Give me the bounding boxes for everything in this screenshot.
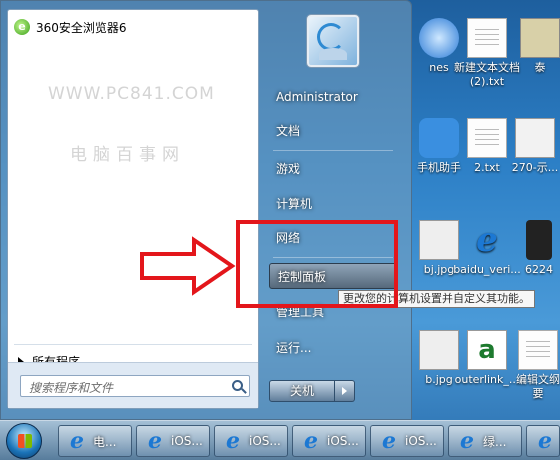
ie-icon: e bbox=[304, 428, 318, 454]
text-file-icon bbox=[467, 18, 507, 58]
shutdown-button[interactable]: 关机 bbox=[269, 380, 335, 402]
phone-icon bbox=[526, 220, 552, 260]
taskbar-button-label: iOS... bbox=[171, 434, 203, 448]
menu-item-documents[interactable]: 文档 bbox=[268, 118, 396, 144]
desktop-icon-label: 新建文本文档 (2).txt bbox=[454, 61, 520, 88]
pinned-app-label: 360安全浏览器6 bbox=[36, 20, 127, 35]
user-avatar[interactable] bbox=[307, 15, 359, 67]
watermark-site-name: 电脑百事网 bbox=[70, 145, 185, 165]
taskbar-button[interactable]: e 绿... bbox=[448, 425, 522, 457]
taskbar-button[interactable]: e iOS... bbox=[214, 425, 288, 457]
search-placeholder: 搜索程序和文件 bbox=[29, 381, 114, 395]
taskbar-button-partial[interactable]: e bbox=[526, 425, 560, 457]
text-file-icon bbox=[467, 118, 507, 158]
desktop-icon-label: 编辑文纲要 bbox=[516, 373, 560, 400]
menu-item-administrator[interactable]: Administrator bbox=[268, 84, 396, 110]
taskbar: e 电... e iOS... e iOS... e iOS... e iOS.… bbox=[0, 420, 560, 460]
search-input[interactable]: 搜索程序和文件 bbox=[20, 375, 250, 397]
360-browser-icon: e bbox=[14, 19, 30, 35]
start-menu-places-pane: Administrator 文档 游戏 计算机 网络 控制面板 管理工具 运行.… bbox=[263, 1, 411, 421]
highlight-box-annotation bbox=[236, 220, 398, 308]
search-icon[interactable] bbox=[232, 380, 243, 391]
watermark-url: WWW.PC841.COM bbox=[48, 84, 215, 104]
desktop-icon-baidu-verify[interactable]: e baidu_veri... bbox=[452, 220, 522, 277]
arrow-right-annotation bbox=[140, 236, 236, 296]
desktop-icon-new-text-2[interactable]: 新建文本文档 (2).txt bbox=[452, 18, 522, 89]
desktop-icon-label: 270-示... bbox=[511, 161, 559, 174]
taskbar-button[interactable]: e iOS... bbox=[370, 425, 444, 457]
ie-icon: e bbox=[476, 220, 498, 260]
desktop-icon-label: outerlink_... bbox=[454, 373, 520, 386]
image-file-icon bbox=[515, 118, 555, 158]
taskbar-button[interactable]: e iOS... bbox=[292, 425, 366, 457]
search-area: 搜索程序和文件 bbox=[8, 362, 258, 408]
ie-icon: e bbox=[382, 428, 396, 454]
divider bbox=[14, 344, 252, 345]
menu-item-computer[interactable]: 计算机 bbox=[268, 191, 396, 217]
taskbar-button-label: iOS... bbox=[249, 434, 281, 448]
desktop-icon-270[interactable]: 270-示... bbox=[510, 118, 560, 175]
ie-icon: e bbox=[70, 428, 84, 454]
ie-icon: e bbox=[226, 428, 240, 454]
start-menu-programs-pane: e 360安全浏览器6 WWW.PC841.COM 电脑百事网 所有程序 搜索程… bbox=[7, 9, 259, 409]
divider bbox=[273, 150, 393, 151]
excel-file-icon: a bbox=[467, 330, 507, 370]
desktop-icon-label: 泰 bbox=[534, 61, 546, 74]
text-file-icon bbox=[518, 330, 558, 370]
desktop-icon-edit-outline[interactable]: 编辑文纲要 bbox=[516, 330, 560, 401]
shutdown-options-button[interactable] bbox=[335, 380, 355, 402]
desktop-icon-6224[interactable]: 6224 bbox=[518, 220, 560, 277]
package-icon bbox=[520, 18, 560, 58]
ie-icon: e bbox=[148, 428, 162, 454]
menu-item-run[interactable]: 运行... bbox=[268, 335, 396, 361]
taskbar-button-label: 电... bbox=[93, 434, 117, 449]
taskbar-button-label: iOS... bbox=[327, 434, 359, 448]
desktop-icon-outerlink[interactable]: a outerlink_... bbox=[452, 330, 522, 387]
taskbar-button[interactable]: e 电... bbox=[58, 425, 132, 457]
start-button[interactable] bbox=[6, 423, 42, 459]
desktop-icon-partial[interactable]: 泰 bbox=[520, 18, 560, 75]
taskbar-button-label: iOS... bbox=[405, 434, 437, 448]
start-menu: e 360安全浏览器6 WWW.PC841.COM 电脑百事网 所有程序 搜索程… bbox=[0, 0, 412, 420]
taskbar-button[interactable]: e iOS... bbox=[136, 425, 210, 457]
ie-icon: e bbox=[460, 428, 474, 454]
desktop-icon-label: baidu_veri... bbox=[453, 263, 521, 276]
desktop-icon-label: 6224 bbox=[525, 263, 553, 276]
ie-icon: e bbox=[538, 428, 552, 454]
menu-item-games[interactable]: 游戏 bbox=[268, 156, 396, 182]
pinned-app-360-browser[interactable]: e 360安全浏览器6 bbox=[14, 16, 127, 38]
taskbar-button-label: 绿... bbox=[483, 434, 507, 449]
